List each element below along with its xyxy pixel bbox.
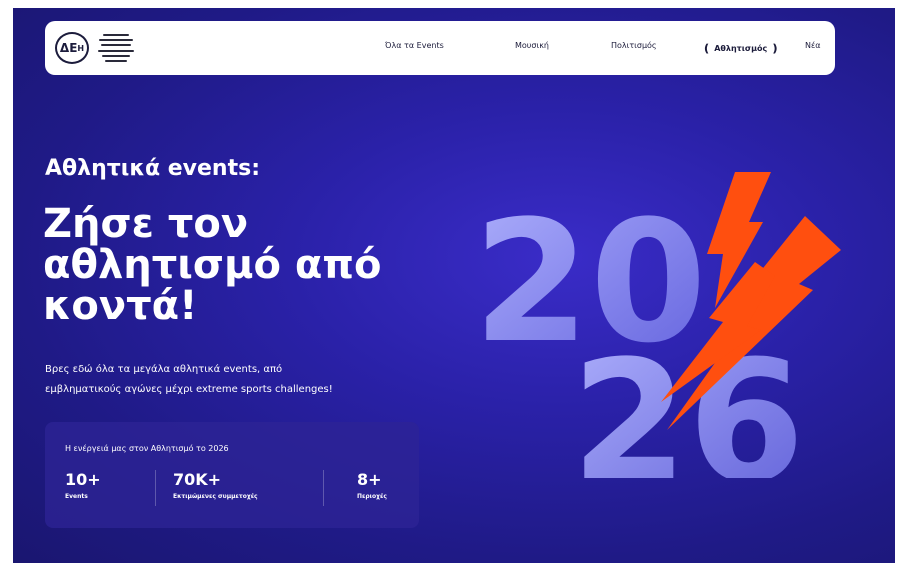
year-2026-graphic: 20 26 [473,172,841,478]
description-line-1: Βρες εδώ όλα τα μεγάλα αθλητικά events, … [45,364,283,375]
brand-logo[interactable]: ΔΕ Η [55,32,89,64]
stats-title: Η ενέργειά μας στον Αθλητισμό το 2026 [65,444,229,453]
stat-label: Περιοχές [357,493,387,500]
stat-value: 8+ [357,470,382,489]
stat-divider [323,470,324,506]
stat-value: 70K+ [173,470,222,489]
stat-regions: 8+ Περιοχές [357,470,387,500]
stat-value: 10+ [65,470,101,489]
nav-item-sports[interactable]: ❪ Αθλητισμός ❫ [699,41,782,55]
nav-item-music[interactable]: Μουσική [515,41,549,50]
hero-headline: Ζήσε τον αθλητισμό από κοντά! [43,204,463,327]
description-line-2: εμβληματικούς αγώνες μέχρι extreme sport… [45,384,333,395]
nav-item-culture[interactable]: Πολιτισμός [611,41,657,50]
stat-label: Εκτιμώμενες συμμετοχές [173,493,258,500]
partner-logo-icon[interactable] [97,34,135,62]
headline-line-1: Ζήσε τον [43,201,249,247]
hero-description: Βρες εδώ όλα τα μεγάλα αθλητικά events, … [45,360,425,400]
bracket-left-icon: ❪ [702,42,712,55]
hero-section: ΔΕ Η Όλα τα Events Μουσική Πολιτισμός ❪ Αθ… [13,8,895,563]
nav-item-sports-label: Αθλητισμός [714,44,768,53]
nav-item-news[interactable]: Νέα [805,41,821,50]
nav-item-all-events[interactable]: Όλα τα Events [385,41,444,50]
headline-line-3: κοντά! [43,283,198,329]
bracket-right-icon: ❫ [770,42,780,55]
stats-card: Η ενέργειά μας στον Αθλητισμό το 2026 10… [45,422,419,528]
stat-events: 10+ Events [65,470,101,500]
stat-divider [155,470,156,506]
stat-label: Events [65,493,88,500]
logo-subscript: Η [77,43,85,53]
hero-eyebrow: Αθλητικά events: [45,156,260,181]
headline-line-2: αθλητισμό από [43,242,382,288]
logo-text: ΔΕ [59,41,78,55]
stat-participants: 70K+ Εκτιμώμενες συμμετοχές [173,470,258,500]
top-navbar: ΔΕ Η Όλα τα Events Μουσική Πολιτισμός ❪ Αθ… [45,21,835,75]
